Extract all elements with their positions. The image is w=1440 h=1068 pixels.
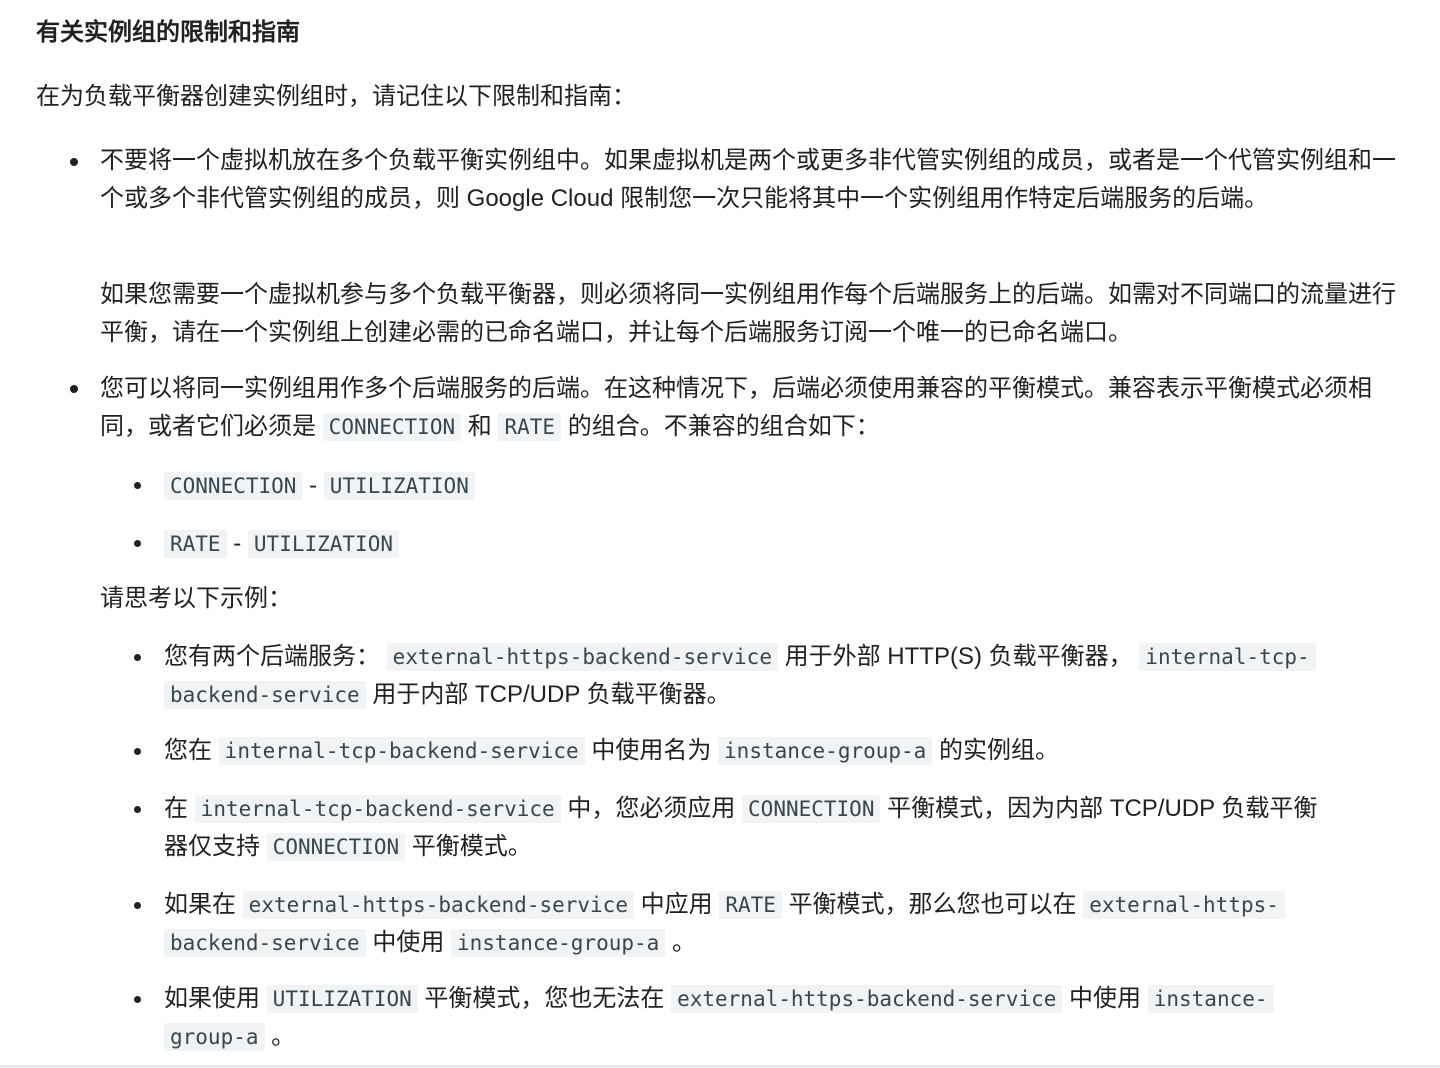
text-span: 如果在 xyxy=(164,891,243,918)
list-item-combo-rate: RATE - UTILIZATION xyxy=(164,525,1414,563)
list-item-example-4: 如果在 external-https-backend-service 中应用 R… xyxy=(164,886,1404,962)
text-span: 。 xyxy=(665,929,696,956)
list-item-text: 如果您需要一个虚拟机参与多个负载平衡器，则必须将同一实例组用作每个后端服务上的后… xyxy=(100,281,1396,346)
text-span: 平衡模式，那么您也可以在 xyxy=(781,891,1084,918)
inline-code: external-https-backend-service xyxy=(671,985,1063,1013)
text-span: 用于内部 TCP/UDP 负载平衡器。 xyxy=(365,681,731,708)
text-span: 中应用 xyxy=(633,891,720,918)
list-item-text: 不要将一个虚拟机放在多个负载平衡实例组中。如果虚拟机是两个或更多非代管实例组的成… xyxy=(100,147,1396,212)
inline-code: external-https- xyxy=(1083,891,1285,919)
bullet-dot xyxy=(134,748,141,755)
text-span: - xyxy=(226,530,248,557)
inline-code: RATE xyxy=(719,891,782,919)
inline-code: external-https-backend-service xyxy=(386,643,778,671)
inline-code: RATE xyxy=(164,530,227,558)
list-item-text: 如果在 external-https-backend-service 中应用 R… xyxy=(164,886,1404,962)
inline-code: UTILIZATION xyxy=(323,472,475,500)
text-span: 中使用 xyxy=(1062,985,1148,1012)
list-item-text: 在 internal-tcp-backend-service 中，您必须应用 C… xyxy=(164,790,1404,866)
text-span: 在 xyxy=(164,795,195,822)
inline-code: external-https-backend-service xyxy=(242,891,634,919)
list-item-text: 您有两个后端服务： external-https-backend-service… xyxy=(164,638,1394,714)
inline-code: internal-tcp- xyxy=(1139,643,1316,671)
text-span: 的组合。不兼容的组合如下： xyxy=(561,413,880,440)
list-item-text: 您可以将同一实例组用作多个后端服务的后端。在这种情况下，后端必须使用兼容的平衡模… xyxy=(100,370,1410,446)
list-item-example-2: 您在 internal-tcp-backend-service 中使用名为 in… xyxy=(164,732,1394,770)
list-item-paragraph: 如果您需要一个虚拟机参与多个负载平衡器，则必须将同一实例组用作每个后端服务上的后… xyxy=(100,276,1410,352)
bullet-dot xyxy=(134,654,141,661)
inline-code: internal-tcp-backend-service xyxy=(218,737,585,765)
bullet-dot xyxy=(70,158,78,166)
text-span: 用于外部 HTTP(S) 负载平衡器， xyxy=(777,643,1133,670)
list-item-example-3: 在 internal-tcp-backend-service 中，您必须应用 C… xyxy=(164,790,1404,866)
text-span: 中使用 xyxy=(365,929,451,956)
inline-code: RATE xyxy=(498,413,562,441)
inline-code: instance-group-a xyxy=(451,929,666,957)
text-span: 平衡模式，因为内部 TCP/UDP 负载平衡 xyxy=(880,795,1318,822)
list-item-text: 请思考以下示例： xyxy=(100,585,292,612)
inline-code: instance-group-a xyxy=(718,737,933,765)
text-span: 您有两个后端服务： xyxy=(164,643,380,670)
inline-code: CONNECTION xyxy=(742,795,881,823)
inline-code: CONNECTION xyxy=(164,472,303,500)
text-span: 中，您必须应用 xyxy=(560,795,743,822)
bullet-dot xyxy=(134,540,141,547)
inline-code: internal-tcp-backend-service xyxy=(194,795,561,823)
text-span: 平衡模式。 xyxy=(405,833,532,860)
list-item-text: CONNECTION - UTILIZATION xyxy=(164,467,1414,505)
text-span: 中使用名为 xyxy=(584,737,719,764)
inline-code: CONNECTION xyxy=(322,413,462,441)
list-item-combo-connection: CONNECTION - UTILIZATION xyxy=(164,467,1414,505)
text-span: 的实例组。 xyxy=(932,737,1059,764)
list-item-no-multi-group: 不要将一个虚拟机放在多个负载平衡实例组中。如果虚拟机是两个或更多非代管实例组的成… xyxy=(100,142,1410,218)
inline-code: backend-service xyxy=(164,681,366,709)
text-span: 如果使用 xyxy=(164,985,267,1012)
inline-code: UTILIZATION xyxy=(266,985,418,1013)
text-span: - xyxy=(302,472,324,499)
bullet-dot xyxy=(134,806,141,813)
inline-code: CONNECTION xyxy=(266,833,406,861)
list-item-text: 您在 internal-tcp-backend-service 中使用名为 in… xyxy=(164,732,1394,770)
consider-paragraph: 请思考以下示例： xyxy=(100,580,1400,618)
inline-code: group-a xyxy=(164,1023,265,1051)
list-item-text: 如果使用 UTILIZATION 平衡模式，您也无法在 external-htt… xyxy=(164,980,1404,1056)
inline-code: UTILIZATION xyxy=(247,530,399,558)
text-span: 器仅支持 xyxy=(164,833,267,860)
list-item-example-1: 您有两个后端服务： external-https-backend-service… xyxy=(164,638,1394,714)
bullet-dot xyxy=(134,482,141,489)
text-span: 。 xyxy=(264,1023,296,1050)
section-heading: 有关实例组的限制和指南 xyxy=(36,19,300,46)
bullet-dot xyxy=(134,996,141,1003)
list-item-same-group: 您可以将同一实例组用作多个后端服务的后端。在这种情况下，后端必须使用兼容的平衡模… xyxy=(100,370,1410,446)
intro-paragraph: 在为负载平衡器创建实例组时，请记住以下限制和指南： xyxy=(36,83,636,110)
text-span: 和 xyxy=(461,413,499,440)
bullet-dot xyxy=(134,902,141,909)
inline-code: backend-service xyxy=(164,929,366,957)
text-span: 平衡模式，您也无法在 xyxy=(417,985,672,1012)
list-item-text: RATE - UTILIZATION xyxy=(164,525,1414,563)
bullet-dot xyxy=(70,385,78,393)
list-item-example-5: 如果使用 UTILIZATION 平衡模式，您也无法在 external-htt… xyxy=(164,980,1404,1056)
text-span: 您在 xyxy=(164,737,219,764)
inline-code: instance- xyxy=(1147,985,1274,1013)
